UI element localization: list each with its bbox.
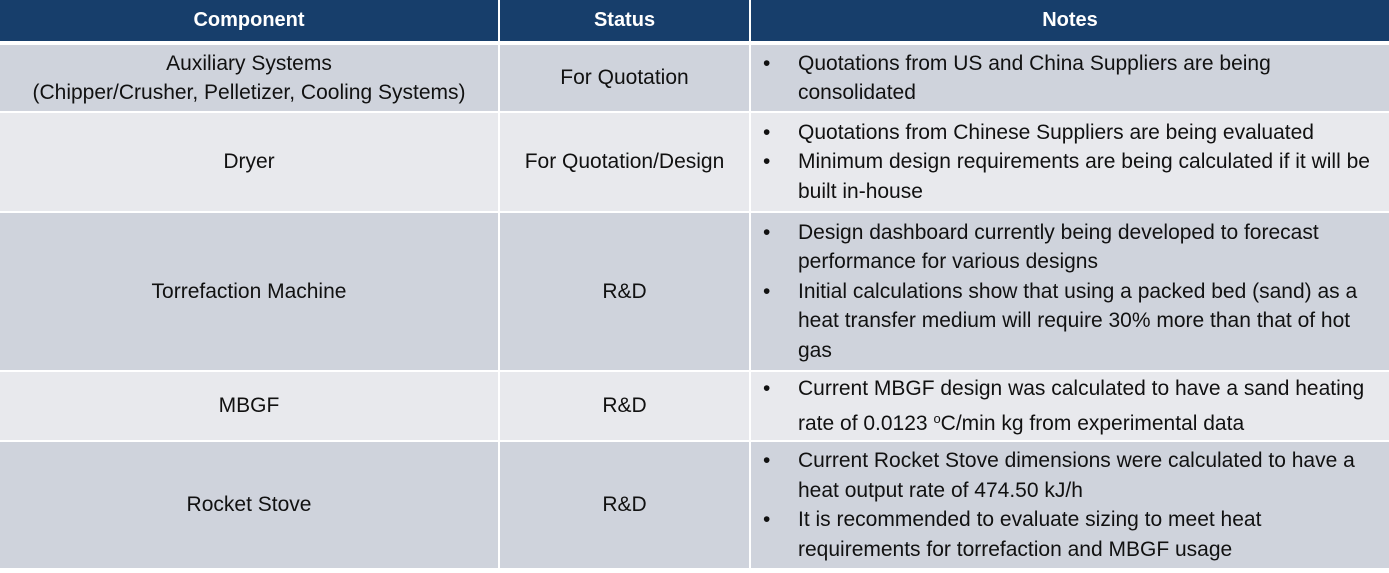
header-row: Component Status Notes [0, 0, 1389, 45]
note-text: It is recommended to evaluate sizing to … [798, 508, 1262, 561]
table-row: Auxiliary Systems (Chipper/Crusher, Pell… [0, 43, 1389, 113]
bullet-icon: • [763, 150, 771, 174]
status-cell: For Quotation [499, 43, 751, 113]
note-item: • Quotations from Chinese Suppliers are b… [763, 118, 1381, 148]
table-row: Rocket Stove R&D • Current Rocket Stove d… [0, 441, 1389, 570]
note-text: Quotations from US and China Suppliers a… [798, 51, 1271, 105]
note-text: Quotations from Chinese Suppliers are be… [798, 120, 1314, 144]
bullet-icon: • [763, 120, 771, 144]
bullet-icon: • [763, 508, 771, 531]
note-item: • Minimum design requirements are being c… [763, 147, 1381, 206]
notes-cell: • Quotations from US and China Suppliers … [750, 43, 1389, 113]
note-item: • Current MBGF design was calculated to h… [763, 374, 1381, 438]
table-row: MBGF R&D • Current MBGF design was calcul… [0, 371, 1389, 442]
bullet-icon: • [763, 220, 771, 244]
bullet-icon: • [763, 51, 771, 75]
notes-cell: • Current Rocket Stove dimensions were ca… [750, 441, 1389, 570]
status-cell: R&D [499, 212, 751, 372]
table-row: Torrefaction Machine R&D • Design dashboa… [0, 212, 1389, 372]
note-item: • Design dashboard currently being develo… [763, 218, 1381, 277]
table-row: Dryer For Quotation/Design • Quotations f… [0, 112, 1389, 213]
component-cell: Dryer [0, 112, 500, 213]
header-notes: Notes [750, 0, 1389, 45]
bullet-icon: • [763, 279, 771, 303]
bullet-icon: • [763, 377, 771, 400]
note-item: • Initial calculations show that using a … [763, 277, 1381, 366]
status-cell: For Quotation/Design [499, 112, 751, 213]
component-cell: Rocket Stove [0, 441, 500, 570]
component-subtitle: (Chipper/Crusher, Pelletizer, Cooling Sy… [32, 81, 466, 104]
component-cell: Torrefaction Machine [0, 212, 500, 372]
degree-superscript: o [933, 410, 941, 426]
note-item: • It is recommended to evaluate sizing to… [763, 505, 1381, 564]
header-component: Component [0, 0, 500, 45]
header-status: Status [499, 0, 751, 45]
component-name: Auxiliary Systems [166, 51, 332, 75]
notes-cell: • Quotations from Chinese Suppliers are b… [750, 112, 1389, 213]
note-text: Initial calculations show that using a p… [798, 279, 1358, 362]
component-cell: Auxiliary Systems (Chipper/Crusher, Pell… [0, 43, 500, 113]
note-text: Minimum design requirements are being ca… [798, 150, 1370, 203]
notes-cell: • Current MBGF design was calculated to h… [750, 371, 1389, 442]
note-item: • Quotations from US and China Suppliers … [763, 49, 1381, 108]
note-item: • Current Rocket Stove dimensions were ca… [763, 446, 1381, 505]
status-table: Component Status Notes Auxiliary Systems… [0, 0, 1389, 570]
component-cell: MBGF [0, 371, 500, 442]
note-text-after: C/min kg from experimental data [940, 411, 1245, 435]
status-cell: R&D [499, 371, 751, 442]
notes-cell: • Design dashboard currently being develo… [750, 212, 1389, 372]
bullet-icon: • [763, 449, 771, 472]
note-text: Current Rocket Stove dimensions were cal… [798, 449, 1355, 502]
note-text: Design dashboard currently being develop… [798, 220, 1319, 274]
status-cell: R&D [499, 441, 751, 570]
